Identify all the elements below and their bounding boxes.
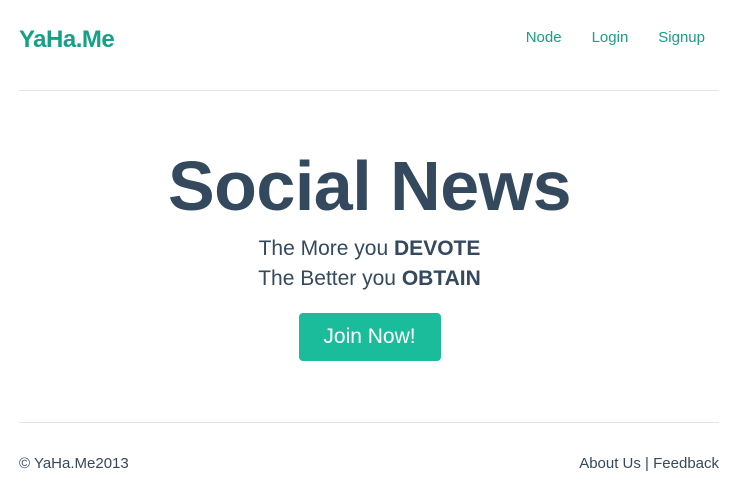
footer-separator: | (640, 455, 654, 472)
tagline-1-text: The More you (258, 237, 395, 260)
nav-signup-link[interactable]: Signup (658, 29, 705, 46)
tagline-1-emphasis: DEVOTE (394, 237, 481, 260)
hero-title: Social News (167, 147, 572, 225)
nav-login-link[interactable]: Login (592, 29, 629, 46)
top-nav: Node Login Signup (496, 29, 705, 46)
tagline-2-text: The Better you (258, 267, 402, 290)
nav-node-link[interactable]: Node (526, 29, 562, 46)
brand-logo-link[interactable]: YaHa.Me (19, 26, 115, 54)
tagline-line-1: The More you DEVOTE (0, 234, 739, 264)
tagline-2-emphasis: OBTAIN (401, 267, 481, 290)
feedback-link[interactable]: Feedback (653, 455, 719, 472)
footer-links: About Us | Feedback (579, 455, 719, 472)
tagline-line-2: The Better you OBTAIN (0, 264, 739, 294)
hero-tagline: The More you DEVOTE The Better you OBTAI… (0, 234, 739, 294)
join-now-button[interactable]: Join Now! (298, 313, 441, 361)
about-us-link[interactable]: About Us (579, 455, 641, 472)
site-footer: © YaHa.Me2013 About Us | Feedback (19, 422, 719, 501)
copyright-text: © YaHa.Me2013 (19, 455, 129, 472)
hero-section: Social News The More you DEVOTE The Bett… (0, 150, 739, 361)
site-header: YaHa.Me Node Login Signup (19, 0, 719, 91)
